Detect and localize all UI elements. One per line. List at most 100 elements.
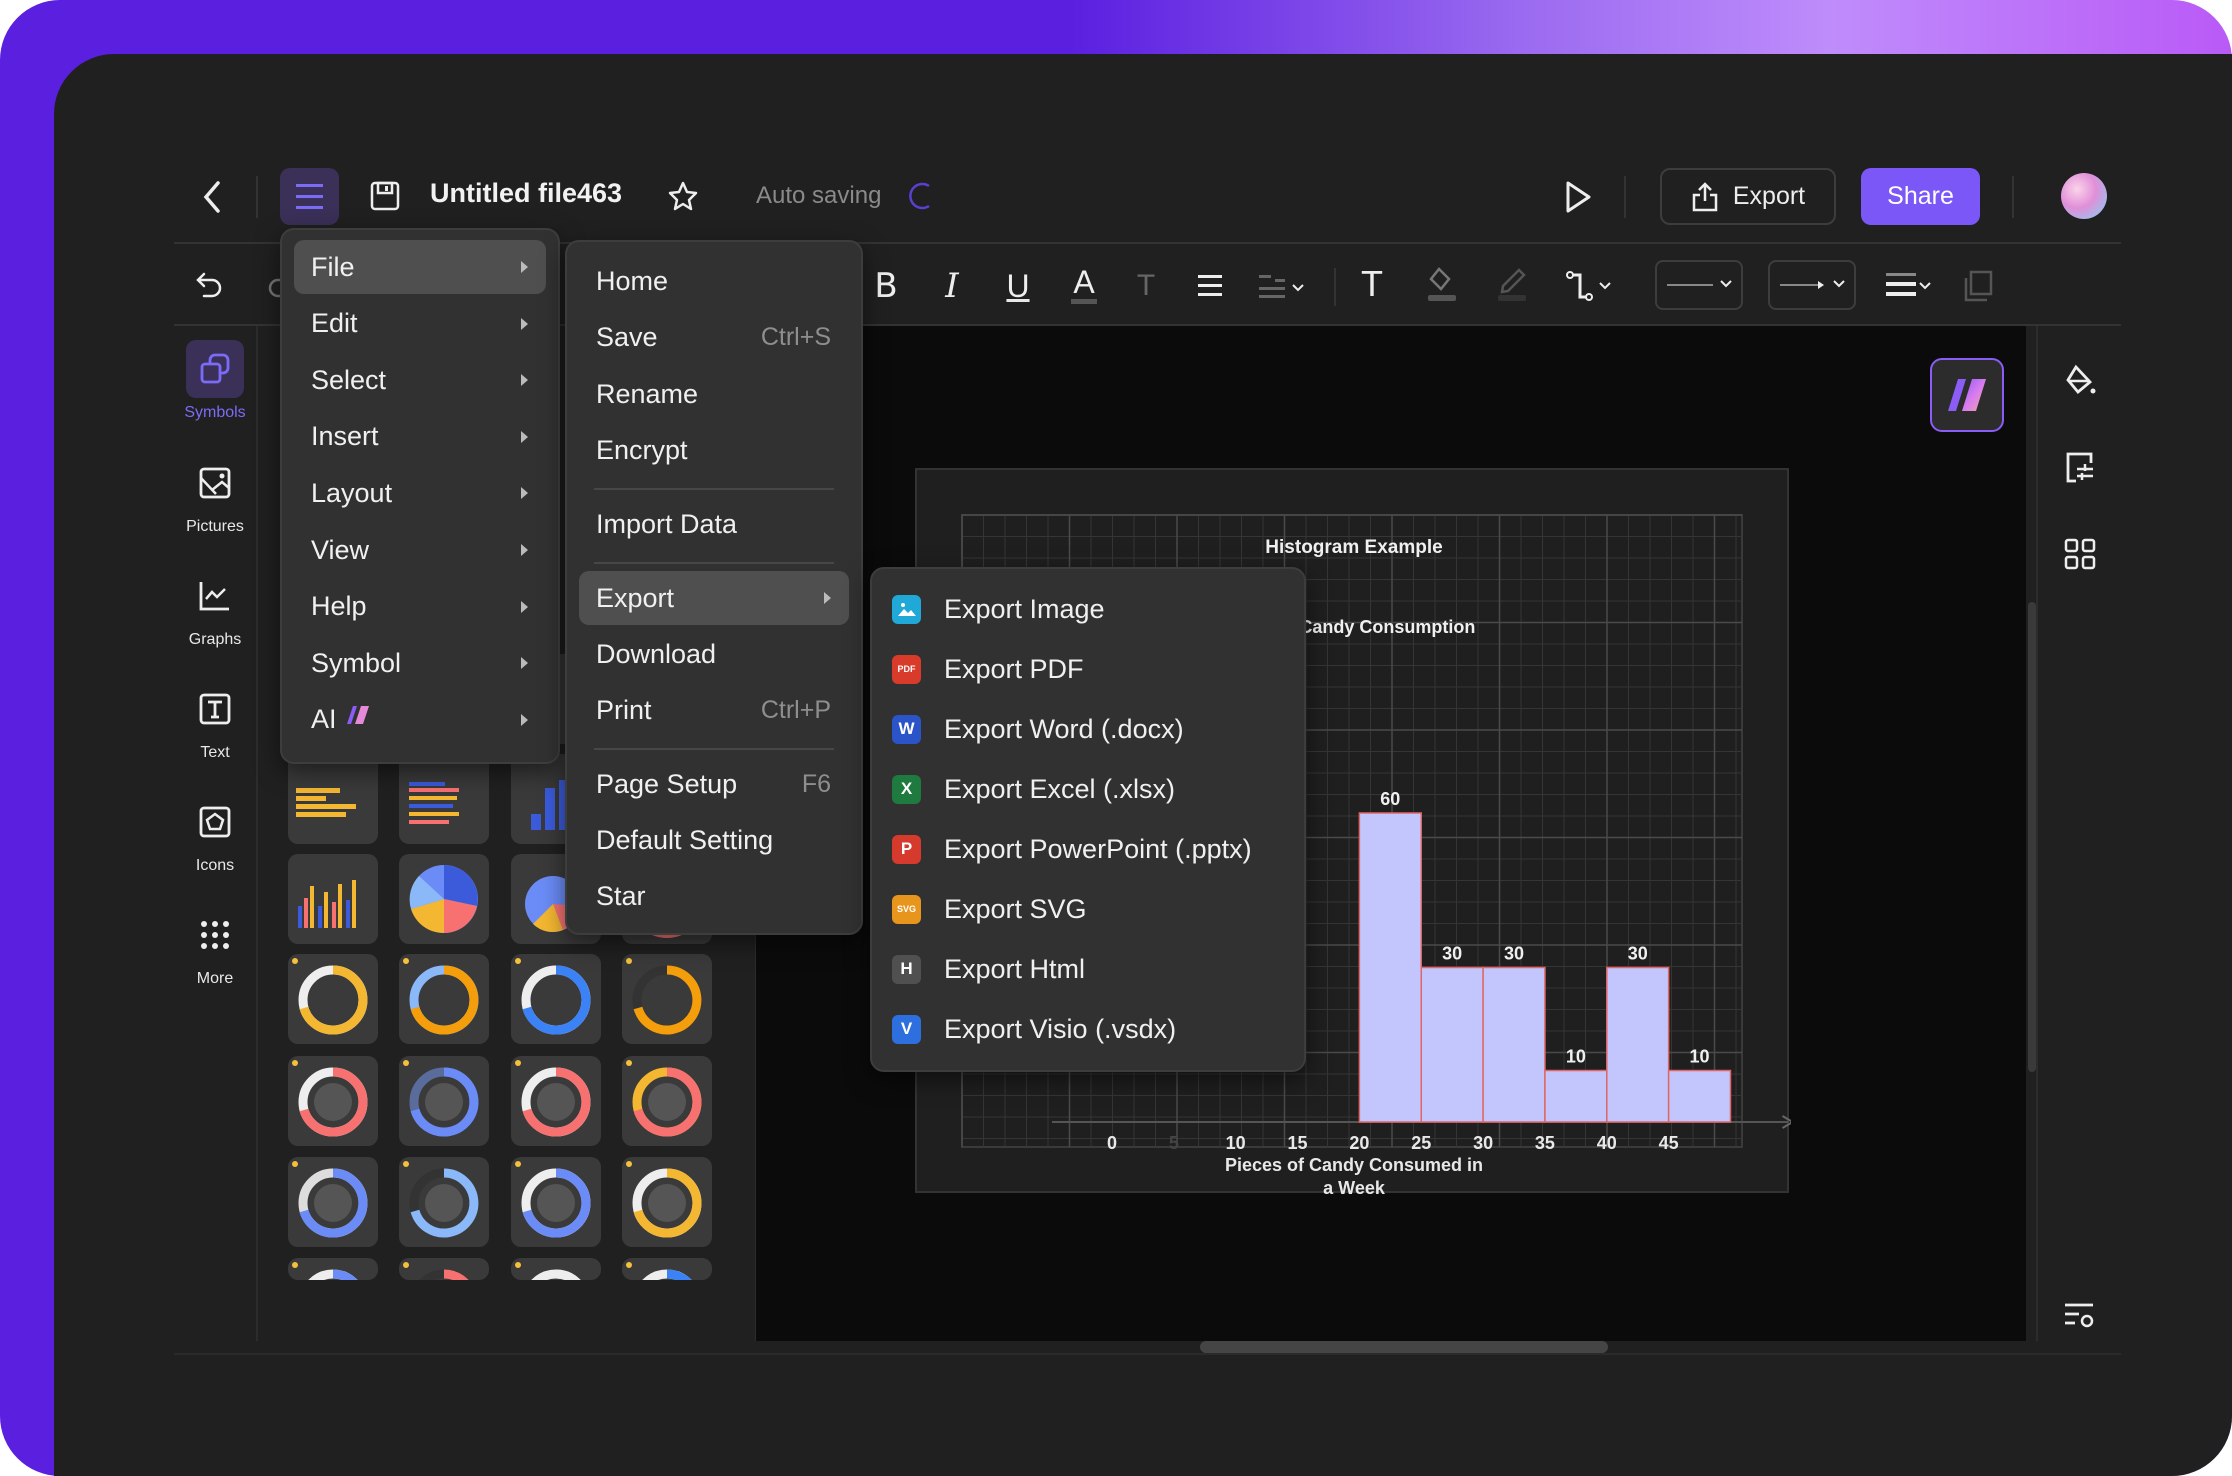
underline-button[interactable]: U bbox=[998, 264, 1038, 308]
text-icon bbox=[199, 693, 231, 725]
fill-color-button[interactable] bbox=[1420, 260, 1464, 308]
menu-item-file[interactable]: File bbox=[294, 240, 546, 294]
file-menu-item-page-setup[interactable]: Page Setup F6 bbox=[579, 757, 849, 811]
icons-icon bbox=[199, 806, 231, 838]
file-menu-item-save[interactable]: Save Ctrl+S bbox=[579, 310, 849, 364]
symbol-tile[interactable] bbox=[622, 1157, 712, 1247]
vertical-scrollbar[interactable] bbox=[2028, 602, 2036, 1072]
export-menu-item[interactable]: H Export Html bbox=[892, 941, 1292, 997]
menu-item-help[interactable]: Help bbox=[294, 580, 546, 634]
arrow-style-dropdown[interactable] bbox=[1768, 260, 1856, 310]
export-menu-item[interactable]: SVG Export SVG bbox=[892, 881, 1292, 937]
symbol-tile[interactable] bbox=[511, 1157, 601, 1247]
export-menu-item[interactable]: X Export Excel (.xlsx) bbox=[892, 761, 1292, 817]
rail-item-text[interactable]: Text bbox=[174, 680, 256, 762]
premium-dot-icon bbox=[292, 958, 298, 964]
menu-item-ai[interactable]: AI bbox=[294, 693, 546, 747]
ai-assistant-button[interactable] bbox=[1930, 358, 2004, 432]
symbol-tile[interactable] bbox=[288, 854, 378, 944]
settings-panel-button[interactable] bbox=[2058, 1294, 2102, 1338]
arrange-button[interactable] bbox=[1958, 264, 1998, 308]
export-menu-item[interactable]: PDF Export PDF bbox=[892, 641, 1292, 697]
export-menu-item[interactable]: Export Image bbox=[892, 581, 1292, 637]
file-menu-item-import-data[interactable]: Import Data bbox=[579, 497, 849, 551]
back-button[interactable] bbox=[192, 175, 232, 219]
menu-item-symbol[interactable]: Symbol bbox=[294, 636, 546, 690]
menu-item-label: Download bbox=[596, 638, 717, 669]
export-menu-item[interactable]: W Export Word (.docx) bbox=[892, 701, 1292, 757]
export-menu-item[interactable]: V Export Visio (.vsdx) bbox=[892, 1001, 1292, 1057]
symbol-tile[interactable] bbox=[399, 754, 489, 844]
symbol-tile[interactable] bbox=[511, 1056, 601, 1146]
file-menu-item-star[interactable]: Star bbox=[579, 869, 849, 923]
symbol-tile[interactable] bbox=[288, 954, 378, 1044]
export-button[interactable]: Export bbox=[1660, 168, 1836, 225]
align-button[interactable] bbox=[1190, 264, 1230, 308]
export-item-label: Export Excel (.xlsx) bbox=[944, 773, 1176, 804]
rail-item-icons[interactable]: Icons bbox=[174, 793, 256, 875]
symbol-tile[interactable] bbox=[288, 754, 378, 844]
menu-item-insert[interactable]: Insert bbox=[294, 410, 546, 464]
donut-thumbnail-icon bbox=[521, 965, 591, 1035]
file-menu-item-download[interactable]: Download bbox=[579, 627, 849, 681]
rail-item-symbols[interactable]: Symbols bbox=[174, 340, 256, 422]
file-menu-item-encrypt[interactable]: Encrypt bbox=[579, 423, 849, 477]
rail-item-graphs[interactable]: Graphs bbox=[174, 567, 256, 649]
symbol-tile[interactable] bbox=[511, 1258, 601, 1280]
symbol-tile[interactable] bbox=[399, 854, 489, 944]
symbol-tile[interactable] bbox=[511, 954, 601, 1044]
export-menu-item[interactable]: P Export PowerPoint (.pptx) bbox=[892, 821, 1292, 877]
undo-button[interactable] bbox=[188, 264, 230, 306]
submenu-arrow-icon bbox=[521, 487, 528, 500]
menu-item-view[interactable]: View bbox=[294, 523, 546, 577]
bold-button[interactable]: B bbox=[866, 264, 906, 308]
symbol-tile[interactable] bbox=[399, 1157, 489, 1247]
menu-item-layout[interactable]: Layout bbox=[294, 466, 546, 520]
symbol-tile[interactable] bbox=[622, 954, 712, 1044]
format-panel-button[interactable] bbox=[2058, 446, 2102, 490]
text-style-button[interactable]: T bbox=[1126, 264, 1166, 308]
grid-icon bbox=[2064, 538, 2096, 570]
share-button[interactable]: Share bbox=[1861, 168, 1980, 225]
bar-value-label: 30 bbox=[1504, 944, 1524, 964]
line-color-button[interactable] bbox=[1490, 260, 1534, 308]
connector-dropdown[interactable] bbox=[1562, 264, 1620, 308]
menu-item-edit[interactable]: Edit bbox=[294, 297, 546, 351]
main-menu-button[interactable] bbox=[280, 168, 339, 225]
horizontal-scrollbar[interactable] bbox=[1200, 1341, 1608, 1353]
file-menu-item-print[interactable]: Print Ctrl+P bbox=[579, 683, 849, 737]
symbol-tile[interactable] bbox=[288, 1157, 378, 1247]
menu-item-label: Encrypt bbox=[596, 434, 688, 465]
user-avatar[interactable] bbox=[2061, 173, 2107, 219]
style-panel-button[interactable] bbox=[2058, 360, 2102, 404]
file-menu-item-default-setting[interactable]: Default Setting bbox=[579, 813, 849, 867]
line-spacing-dropdown[interactable] bbox=[1254, 264, 1312, 308]
file-menu-item-rename[interactable]: Rename bbox=[579, 367, 849, 421]
star-icon[interactable] bbox=[664, 176, 702, 216]
document-title[interactable]: Untitled file463 bbox=[430, 178, 622, 209]
symbol-tile[interactable] bbox=[399, 954, 489, 1044]
rail-item-more[interactable]: More bbox=[174, 906, 256, 988]
premium-dot-icon bbox=[292, 1262, 298, 1268]
symbol-tile[interactable] bbox=[288, 1056, 378, 1146]
rail-item-pictures[interactable]: Pictures bbox=[174, 454, 256, 536]
symbol-tile[interactable] bbox=[399, 1258, 489, 1280]
line-weight-dropdown[interactable] bbox=[1880, 264, 1938, 308]
save-icon[interactable] bbox=[367, 178, 403, 214]
italic-button[interactable]: I bbox=[932, 264, 972, 308]
symbol-tile[interactable] bbox=[622, 1258, 712, 1280]
file-menu-item-home[interactable]: Home bbox=[579, 254, 849, 308]
chart-thumbnail-icon bbox=[296, 788, 356, 817]
file-menu-item-export[interactable]: Export bbox=[579, 571, 849, 625]
loading-spinner-icon bbox=[904, 178, 940, 214]
menu-item-select[interactable]: Select bbox=[294, 353, 546, 407]
font-color-button[interactable]: A bbox=[1064, 260, 1104, 308]
line-style-dropdown[interactable] bbox=[1655, 260, 1743, 310]
symbol-tile[interactable] bbox=[622, 1056, 712, 1146]
export-item-label: Export Image bbox=[944, 593, 1105, 624]
text-tool-button[interactable]: T bbox=[1350, 260, 1394, 308]
present-button[interactable] bbox=[1557, 176, 1599, 218]
symbol-tile[interactable] bbox=[399, 1056, 489, 1146]
layout-panel-button[interactable] bbox=[2058, 532, 2102, 576]
symbol-tile[interactable] bbox=[288, 1258, 378, 1280]
